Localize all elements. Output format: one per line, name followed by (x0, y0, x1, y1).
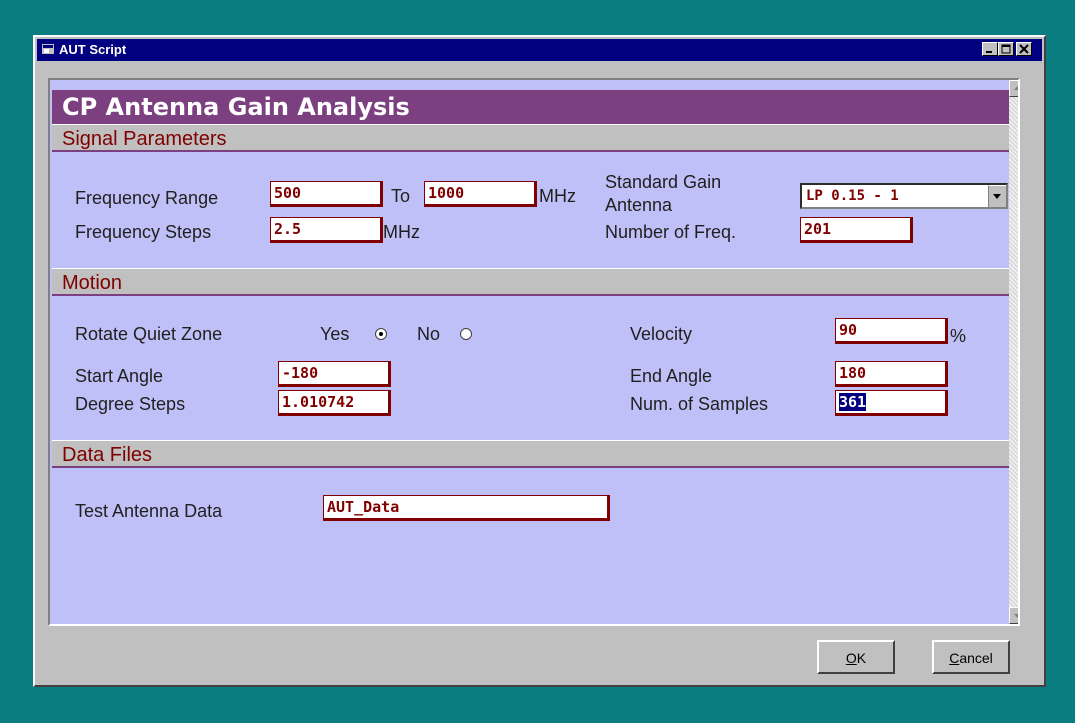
cancel-button[interactable]: Cancel (932, 640, 1010, 674)
title-bar[interactable]: AUT Script (37, 39, 1042, 61)
aut-script-window: AUT Script CP Antenna Gain Analysis Sign… (33, 35, 1046, 687)
ok-label: K (856, 650, 867, 666)
velocity-input[interactable]: 90 (835, 318, 948, 344)
frequency-range-label: Frequency Range (75, 188, 219, 208)
end-angle-input[interactable]: 180 (835, 361, 948, 387)
cancel-mnemonic: C (949, 650, 960, 666)
degree-steps-input[interactable]: 1.010742 (278, 390, 391, 416)
close-button[interactable] (1016, 42, 1032, 56)
standard-gain-value: LP 0.15 - 1 (806, 188, 899, 204)
no-label: No (417, 324, 441, 344)
ok-mnemonic: O (845, 650, 857, 666)
rotate-no-radio[interactable] (460, 328, 472, 340)
form-panel: CP Antenna Gain Analysis Signal Paramete… (48, 78, 1020, 626)
degree-steps-label: Degree Steps (75, 394, 186, 414)
minimize-icon (986, 51, 992, 53)
velocity-percent-unit: % (950, 326, 967, 346)
rotate-quiet-zone-label: Rotate Quiet Zone (75, 324, 223, 344)
section-signal-parameters: Signal Parameters (52, 124, 1009, 152)
dropdown-button[interactable] (988, 185, 1006, 207)
freq-steps-input[interactable]: 2.5 (270, 217, 383, 243)
num-of-samples-label: Num. of Samples (630, 394, 769, 414)
number-of-freq-label: Number of Freq. (605, 222, 737, 242)
vertical-scrollbar[interactable] (1009, 80, 1018, 624)
frequency-steps-label: Frequency Steps (75, 222, 212, 242)
start-angle-label: Start Angle (75, 366, 164, 386)
to-label: To (391, 186, 411, 206)
scroll-up-button[interactable] (1009, 80, 1018, 97)
chevron-down-icon (993, 194, 1001, 199)
standard-gain-select[interactable]: LP 0.15 - 1 (800, 183, 1008, 209)
minimize-button[interactable] (982, 42, 998, 56)
section-data-files: Data Files (52, 440, 1009, 468)
test-antenna-data-input[interactable]: AUT_Data (323, 495, 610, 521)
velocity-label: Velocity (630, 324, 693, 344)
arrow-up-icon (1014, 86, 1018, 90)
maximize-button[interactable] (998, 42, 1014, 56)
app-icon (42, 44, 54, 54)
num-of-samples-input[interactable]: 361 (835, 390, 948, 416)
num-of-samples-value: 361 (839, 393, 867, 411)
yes-label: Yes (320, 324, 350, 344)
window-title: AUT Script (59, 42, 127, 57)
end-angle-label: End Angle (630, 366, 713, 386)
number-of-freq-input[interactable]: 201 (800, 217, 913, 243)
section-motion: Motion (52, 268, 1009, 296)
steps-mhz-unit: MHz (383, 222, 420, 242)
ok-button[interactable]: OK (817, 640, 895, 674)
page-title: CP Antenna Gain Analysis (52, 90, 1009, 124)
arrow-down-icon (1014, 614, 1018, 618)
maximize-icon (1001, 44, 1011, 54)
scroll-down-button[interactable] (1009, 607, 1018, 624)
close-icon (1019, 44, 1029, 54)
standard-gain-label-line1: Standard Gain (605, 172, 722, 192)
cancel-label: ancel (959, 650, 993, 666)
freq-start-input[interactable]: 500 (270, 181, 383, 207)
start-angle-input[interactable]: -180 (278, 361, 391, 387)
test-antenna-data-label: Test Antenna Data (75, 501, 223, 521)
freq-mhz-unit: MHz (539, 186, 576, 206)
freq-end-input[interactable]: 1000 (424, 181, 537, 207)
standard-gain-label-line2: Antenna (605, 195, 673, 215)
rotate-yes-radio[interactable] (375, 328, 387, 340)
